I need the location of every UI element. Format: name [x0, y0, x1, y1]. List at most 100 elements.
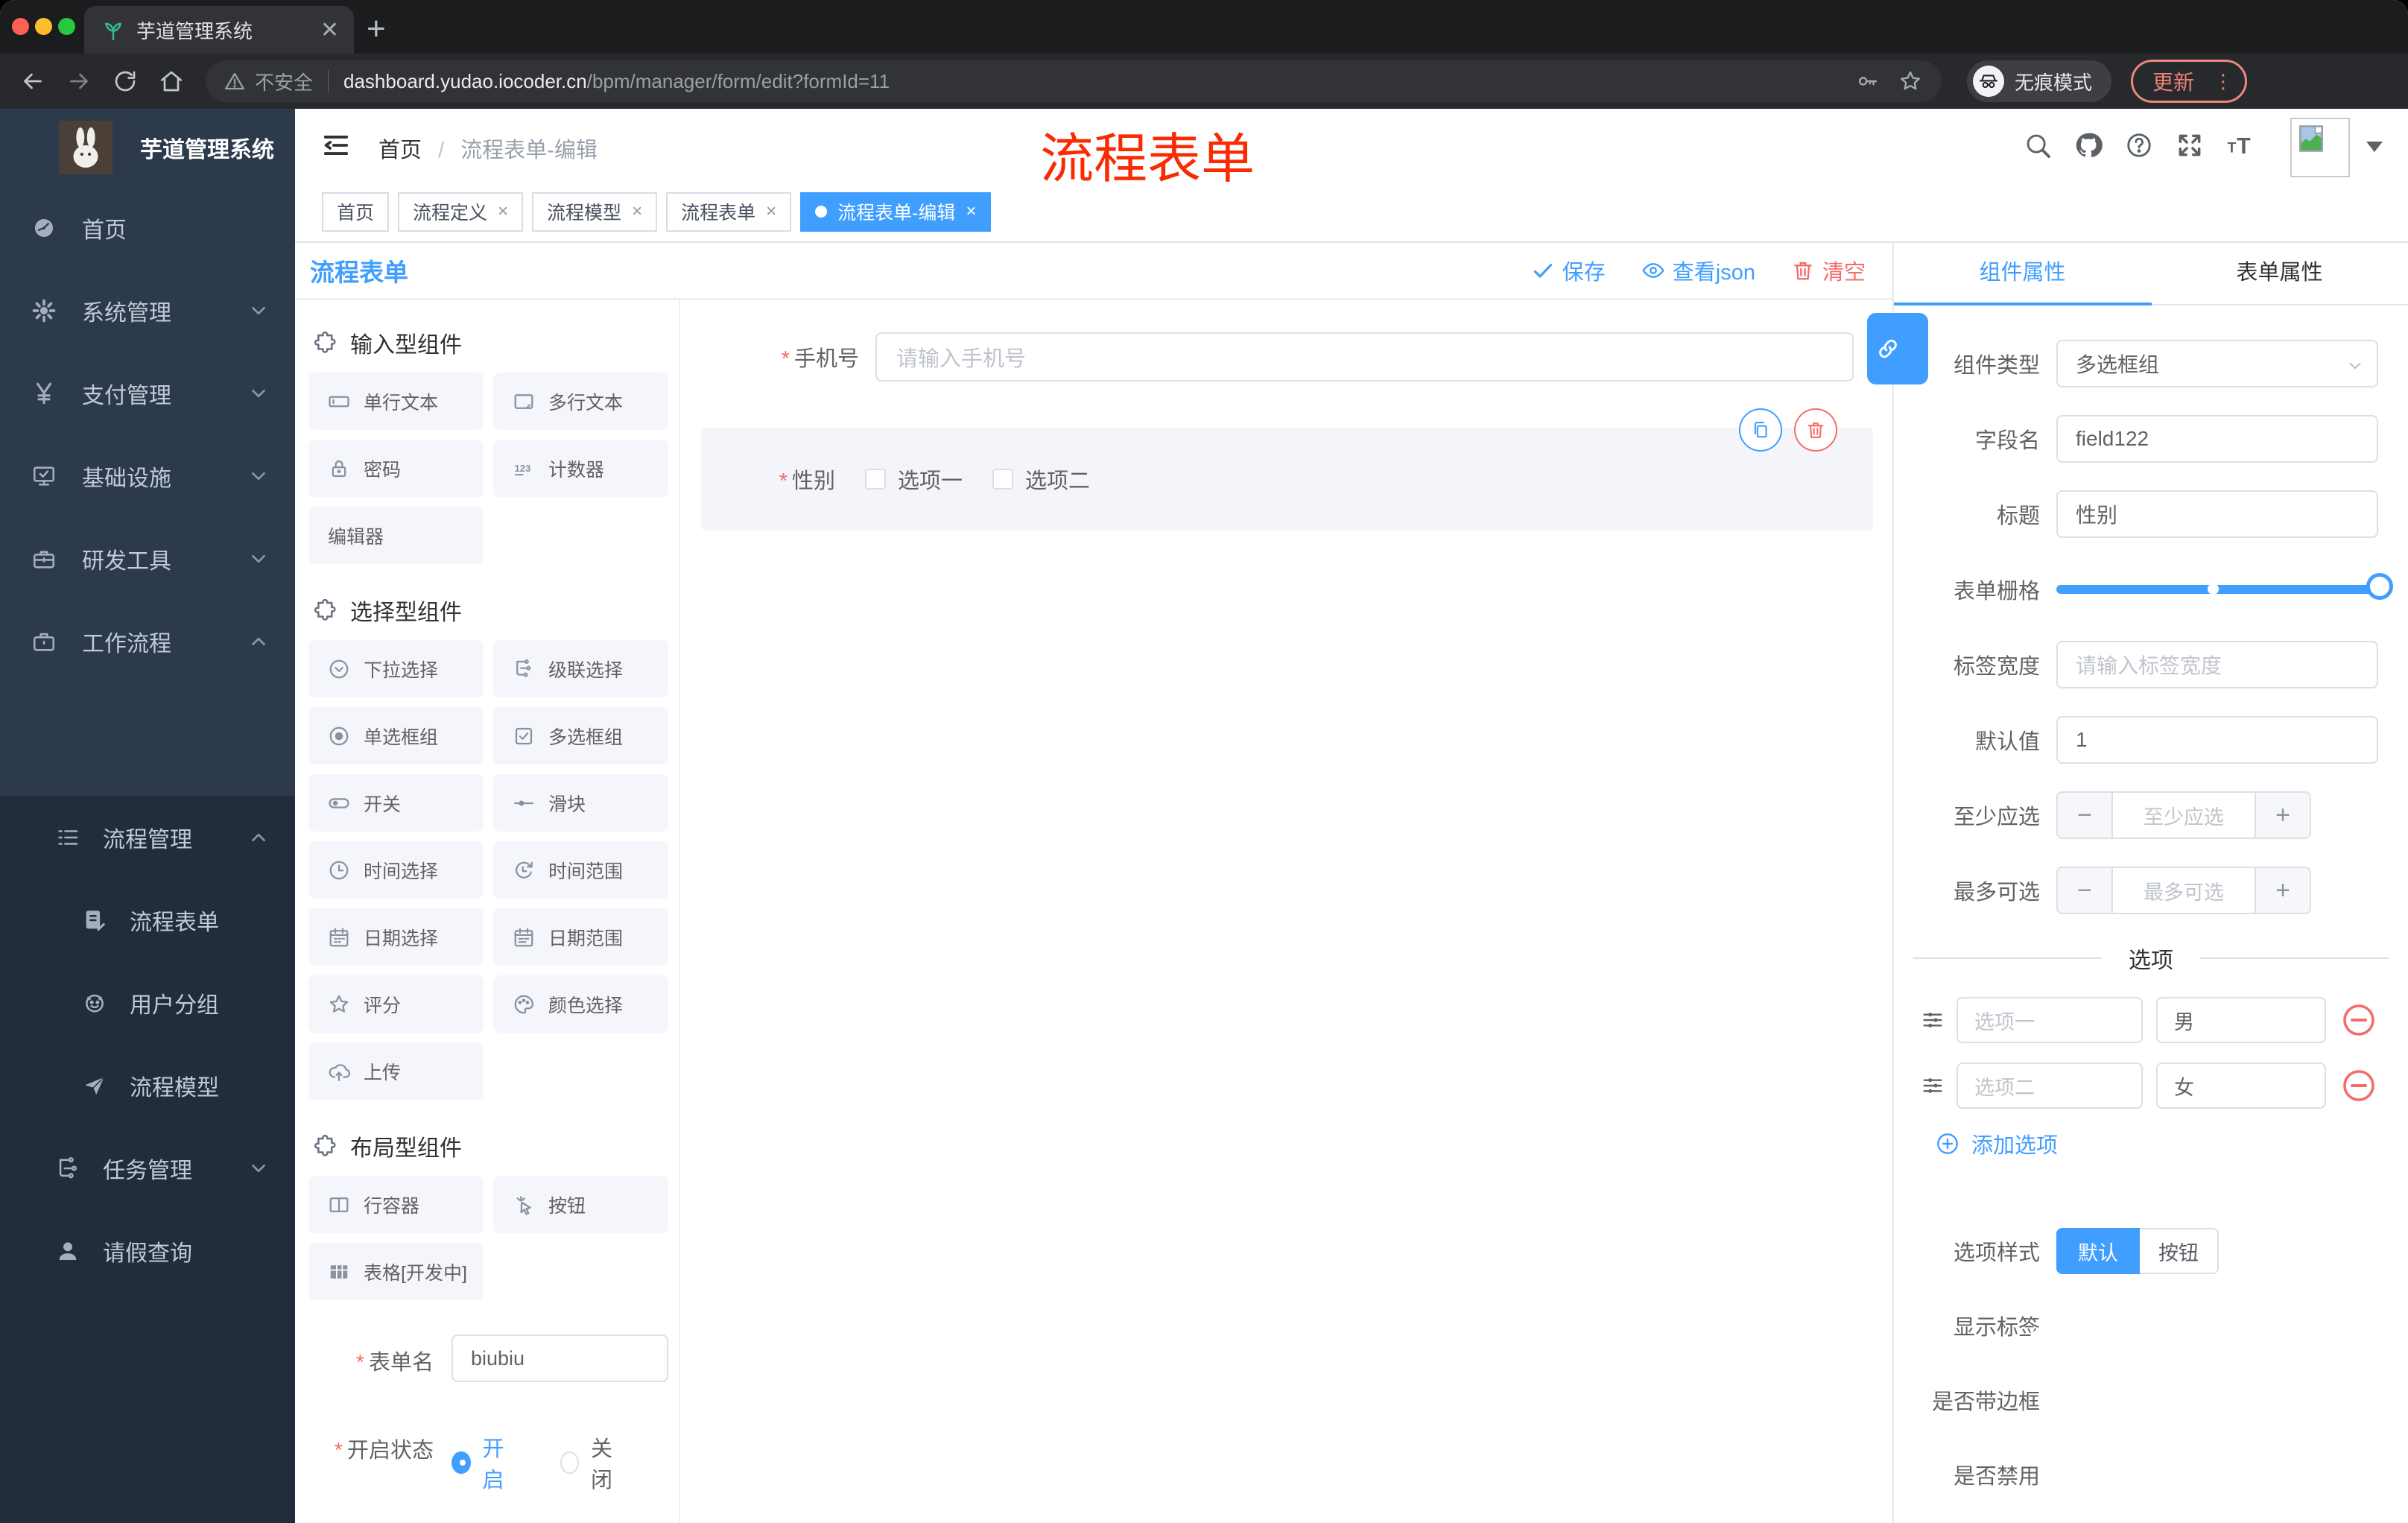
palette-item-slider[interactable]: 滑块 [493, 774, 668, 832]
phone-input[interactable]: 请输入手机号 [875, 332, 1854, 381]
tag-process-definition[interactable]: 流程定义 × [398, 191, 524, 232]
default-value-input[interactable]: 1 [2056, 716, 2378, 764]
label-width-input[interactable]: 请输入标签宽度 [2056, 641, 2378, 688]
palette-item-editor[interactable]: 编辑器 [308, 507, 484, 564]
title-input[interactable]: 性别 [2056, 490, 2378, 538]
tab-close-icon[interactable]: ✕ [320, 17, 339, 43]
sidebar-item-devtools[interactable]: 研发工具 [0, 517, 295, 600]
palette-item-table[interactable]: 表格[开发中] [308, 1243, 484, 1300]
palette-item-select[interactable]: 下拉选择 [308, 640, 484, 697]
reload-icon[interactable] [112, 68, 139, 95]
address-bar[interactable]: 不安全 dashboard.yudao.iocoder.cn/bpm/manag… [206, 60, 1942, 102]
palette-item-rate[interactable]: 评分 [308, 975, 484, 1033]
minus-button[interactable]: − [2058, 868, 2113, 913]
bookmark-star-icon[interactable] [1898, 69, 1922, 93]
palette-item-time-range[interactable]: 时间范围 [493, 841, 668, 899]
option-1-value-input[interactable]: 男 [2156, 997, 2326, 1043]
palette-item-color[interactable]: 颜色选择 [493, 975, 668, 1033]
sidebar-item-home[interactable]: 首页 [0, 186, 295, 269]
palette-item-switch[interactable]: 开关 [308, 774, 484, 832]
slider-handle[interactable] [2366, 573, 2393, 600]
palette-item-cascader[interactable]: 级联选择 [493, 640, 668, 697]
drag-handle-icon[interactable] [1921, 1074, 1945, 1098]
palette-item-radio-group[interactable]: 单选框组 [308, 707, 484, 764]
remove-option-icon[interactable] [2341, 1068, 2377, 1104]
github-icon[interactable] [2074, 131, 2103, 159]
window-close-button[interactable] [12, 18, 29, 35]
tag-home[interactable]: 首页 [322, 191, 390, 232]
clear-button[interactable]: 清空 [1791, 255, 1866, 286]
tab-component-props[interactable]: 组件属性 [1894, 243, 2151, 304]
field-name-input[interactable]: field122 [2056, 415, 2378, 463]
style-default-button[interactable]: 默认 [2056, 1228, 2140, 1274]
breadcrumb-home[interactable]: 首页 [378, 139, 422, 162]
canvas-field-gender-selected[interactable]: * 性别 选项一 选项二 [701, 408, 1873, 531]
tag-process-model[interactable]: 流程模型 × [532, 191, 658, 232]
hamburger-icon[interactable] [322, 131, 350, 159]
palette-item-time[interactable]: 时间选择 [308, 841, 484, 899]
tag-process-form[interactable]: 流程表单 × [666, 191, 792, 232]
sidebar-item-task-mgmt[interactable]: 任务管理 [0, 1127, 295, 1209]
palette-item-date[interactable]: 日期选择 [308, 908, 484, 966]
browser-update-button[interactable]: 更新 ⋮ [2131, 60, 2248, 103]
palette-item-counter[interactable]: 123 计数器 [493, 440, 668, 497]
status-on-radio[interactable]: 开启 [452, 1422, 519, 1494]
sidebar-item-system[interactable]: 系统管理 [0, 269, 295, 352]
slider-track[interactable] [2056, 573, 2393, 600]
sidebar-item-infra[interactable]: 基础设施 [0, 434, 295, 517]
sidebar-item-payment[interactable]: 支付管理 [0, 352, 295, 434]
form-name-input[interactable]: biubiu [452, 1334, 668, 1382]
avatar[interactable] [2290, 118, 2350, 177]
copy-component-button[interactable] [1739, 408, 1782, 452]
palette-item-multi-text[interactable]: 多行文本 [493, 373, 668, 430]
tag-close-icon[interactable]: × [498, 201, 508, 222]
remove-option-icon[interactable] [2341, 1002, 2377, 1038]
forward-icon[interactable] [66, 68, 92, 95]
tag-close-icon[interactable]: × [632, 201, 642, 222]
max-checked-input[interactable]: 最多可选 [2113, 868, 2255, 913]
option-2-value-input[interactable]: 女 [2156, 1063, 2326, 1109]
sidebar-logo[interactable]: 芋道管理系统 [0, 109, 295, 186]
palette-item-button[interactable]: 按钮 [493, 1176, 668, 1233]
sidebar-item-leave-query[interactable]: 请假查询 [0, 1209, 295, 1292]
sidebar-item-workflow[interactable]: 工作流程 [0, 600, 295, 683]
search-icon[interactable] [2024, 131, 2052, 159]
canvas-field-phone[interactable]: * 手机号 请输入手机号 [682, 332, 1854, 381]
gender-option-1-checkbox[interactable]: 选项一 [865, 463, 963, 495]
palette-item-date-range[interactable]: 日期范围 [493, 908, 668, 966]
palette-item-single-text[interactable]: 单行文本 [308, 373, 484, 430]
palette-item-row-container[interactable]: 行容器 [308, 1176, 484, 1233]
option-2-name-input[interactable]: 选项二 [1956, 1063, 2143, 1109]
tag-close-icon[interactable]: × [966, 201, 976, 222]
gender-option-2-checkbox[interactable]: 选项二 [992, 463, 1090, 495]
min-checked-input[interactable]: 至少应选 [2113, 793, 2255, 838]
status-off-radio[interactable]: 关闭 [560, 1422, 627, 1494]
sidebar-item-process-model[interactable]: 流程模型 [0, 1044, 295, 1127]
help-icon[interactable] [2125, 131, 2153, 159]
view-json-button[interactable]: 查看json [1641, 255, 1755, 286]
fullscreen-icon[interactable] [2176, 131, 2204, 159]
window-zoom-button[interactable] [58, 18, 75, 35]
window-minimize-button[interactable] [35, 18, 52, 35]
tag-close-icon[interactable]: × [766, 201, 776, 222]
new-tab-button[interactable]: + [367, 10, 386, 48]
delete-component-button[interactable] [1794, 408, 1837, 452]
password-key-icon[interactable] [1855, 69, 1879, 93]
tab-form-props[interactable]: 表单属性 [2151, 243, 2408, 304]
sidebar-item-process-form[interactable]: 流程表单 [0, 878, 295, 961]
palette-item-password[interactable]: 密码 [308, 440, 484, 497]
sidebar-item-user-group[interactable]: 用户分组 [0, 961, 295, 1044]
plus-button[interactable]: + [2255, 868, 2310, 913]
save-button[interactable]: 保存 [1531, 255, 1606, 286]
browser-menu-icon[interactable]: ⋮ [2214, 70, 2233, 93]
plus-button[interactable]: + [2255, 793, 2310, 838]
sidebar-item-process-mgmt[interactable]: 流程管理 [0, 796, 295, 878]
grid-span-slider[interactable] [2056, 566, 2393, 613]
home-icon[interactable] [158, 68, 185, 95]
palette-item-checkbox-group[interactable]: 多选框组 [493, 707, 668, 764]
minus-button[interactable]: − [2058, 793, 2113, 838]
palette-item-upload[interactable]: 上传 [308, 1042, 484, 1100]
option-1-name-input[interactable]: 选项一 [1956, 997, 2143, 1043]
back-icon[interactable] [19, 68, 46, 95]
style-button-button[interactable]: 按钮 [2140, 1228, 2219, 1274]
